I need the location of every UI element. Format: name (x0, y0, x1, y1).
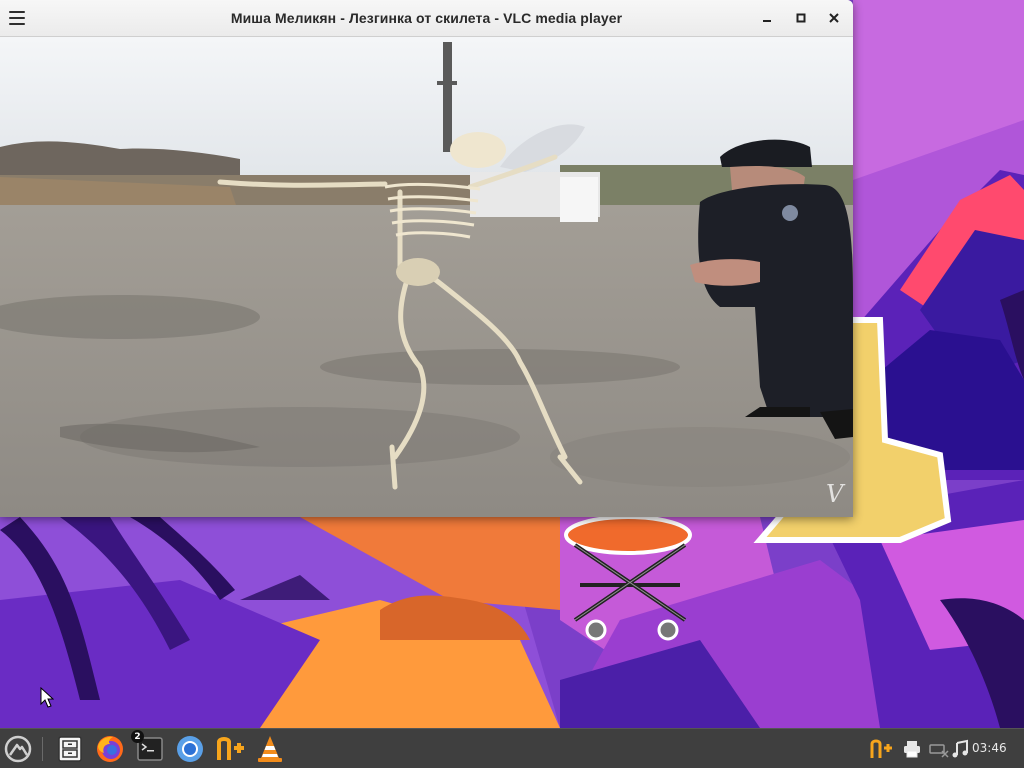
close-icon[interactable] (823, 8, 845, 28)
taskbar-clock[interactable]: 03:46 (972, 741, 1007, 755)
vlc-window: Миша Меликян - Лезгинка от скилета - VLC… (0, 0, 853, 517)
mouse-cursor-icon (40, 687, 54, 708)
video-frame: V (0, 37, 853, 517)
volume-music-icon[interactable] (947, 733, 973, 765)
chromium-icon[interactable] (174, 733, 206, 765)
desktop: Миша Меликян - Лезгинка от скилета - VLC… (0, 0, 1024, 768)
n-plus-tray-icon[interactable] (868, 733, 894, 765)
vlc-cone-icon[interactable] (254, 733, 286, 765)
printer-icon[interactable] (899, 733, 925, 765)
n-plus-icon[interactable] (214, 733, 246, 765)
video-playback-area[interactable]: V (0, 37, 853, 517)
vlc-watermark-icon: V (826, 480, 846, 508)
file-cabinet-icon[interactable] (54, 733, 86, 765)
window-titlebar[interactable]: Миша Меликян - Лезгинка от скилета - VLC… (0, 0, 853, 37)
maximize-icon[interactable] (790, 8, 812, 28)
minimize-icon[interactable] (756, 8, 778, 28)
taskbar-separator (42, 737, 43, 761)
taskbar: 2 03:46 (0, 728, 1024, 768)
mountain-logo-icon[interactable] (2, 733, 34, 765)
terminal-badge: 2 (131, 730, 144, 743)
firefox-icon[interactable] (94, 733, 126, 765)
window-title: Миша Меликян - Лезгинка от скилета - VLC… (230, 10, 623, 26)
terminal-icon[interactable]: 2 (131, 730, 166, 765)
